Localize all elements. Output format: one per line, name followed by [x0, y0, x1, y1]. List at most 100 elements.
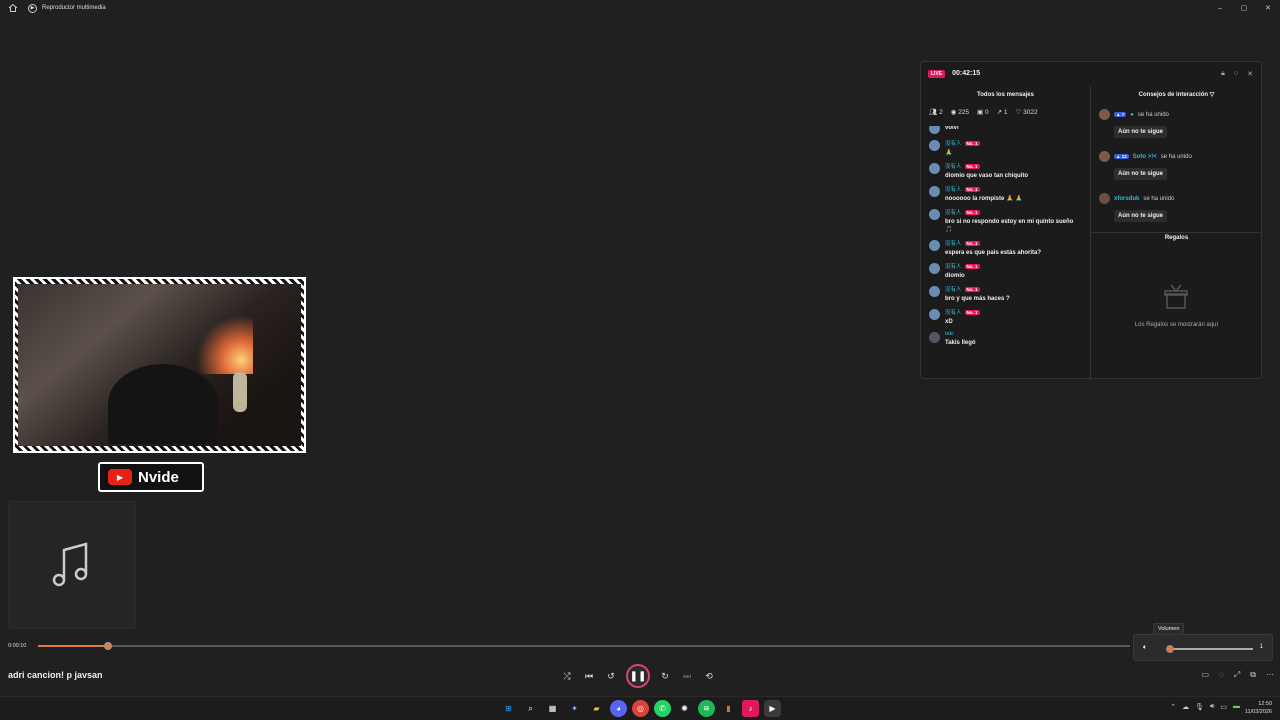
- stream-stats: 👥︎ 2 ◉ 225 ▣ 0 ↗ 1 ♡ 3022: [921, 104, 1090, 120]
- filter-icon[interactable]: ▽: [1210, 92, 1215, 98]
- avatar[interactable]: [929, 140, 940, 151]
- subtitles-icon[interactable]: ▭: [1202, 670, 1210, 680]
- avatar[interactable]: [929, 332, 940, 343]
- follow-status-button[interactable]: Aún no te sigue: [1114, 210, 1167, 222]
- message-user[interactable]: 没有人: [945, 308, 962, 316]
- stat-gifts: ▣ 0: [977, 109, 989, 116]
- close-panel-icon[interactable]: ✕: [1247, 70, 1253, 78]
- seek-handle[interactable]: [103, 642, 112, 650]
- app-icon[interactable]: ▮: [720, 700, 737, 717]
- clock[interactable]: 12:50 11/03/2026: [1245, 700, 1272, 716]
- folder-icon[interactable]: ▰: [588, 700, 605, 717]
- fullscreen-icon[interactable]: ⤢: [1234, 670, 1240, 680]
- interaction-column: Consejos de interacción ▽ ▲ 7 ● se ha un…: [1091, 86, 1262, 380]
- gift-icon: ▣: [977, 109, 984, 116]
- network-icon[interactable]: ▭: [1220, 703, 1227, 711]
- message-text: noooooo la rompiste 🙏 🙏: [945, 196, 1023, 202]
- message-user[interactable]: 没有人: [945, 208, 962, 216]
- media-player-icon[interactable]: ▶: [764, 700, 781, 717]
- tip-user[interactable]: xforsduk: [1114, 196, 1139, 202]
- tip-item: ▲ 7 ● se ha unido Aún no te sigue: [1091, 109, 1262, 138]
- message-user[interactable]: taki: [945, 331, 954, 337]
- message-user[interactable]: 没有人: [945, 162, 962, 170]
- taskbar: ⊞ ⌕ ▦ ✦ ▰ ◕ ◎ ✆ ✺ ≋ ▮ ♪ ▶ ⌃ ☁ 🎙︎ 🔊︎ ▭ ▬ …: [0, 696, 1280, 720]
- avatar[interactable]: [929, 209, 940, 220]
- forward-icon[interactable]: ↻: [658, 666, 672, 686]
- playback-controls: ⤮ ⏮ ↺ ❚❚ ↻ ⏭ ⟲: [560, 664, 716, 688]
- message-user[interactable]: 没有人: [945, 185, 962, 193]
- close-button[interactable]: ✕: [1256, 0, 1280, 16]
- settings-icon[interactable]: ○: [1234, 70, 1238, 78]
- gift-box-icon: [1164, 284, 1188, 309]
- share-icon: ↗: [996, 109, 1003, 116]
- discord-icon[interactable]: ◕: [610, 700, 627, 717]
- message-user[interactable]: 没有人: [945, 139, 962, 147]
- follow-status-button[interactable]: Aún no te sigue: [1114, 126, 1167, 138]
- live-panel: LIVE 00:42:15 🔒︎ ○ ✕ Todos los mensajes …: [920, 61, 1262, 380]
- message-user[interactable]: 没有人: [945, 239, 962, 247]
- avatar[interactable]: [929, 263, 940, 274]
- playback-position: 0:00:10: [8, 643, 27, 649]
- maximize-button[interactable]: ▢: [1232, 0, 1256, 16]
- avatar[interactable]: [929, 286, 940, 297]
- whatsapp-icon[interactable]: ✆: [654, 700, 671, 717]
- shuffle-icon[interactable]: ⤮: [560, 666, 574, 686]
- stat-views: ◉ 225: [950, 109, 970, 116]
- cast-icon[interactable]: ◌: [1219, 670, 1224, 680]
- tips-title[interactable]: Consejos de interacción ▽: [1091, 86, 1262, 104]
- chrome-icon[interactable]: ◎: [632, 700, 649, 717]
- search-icon[interactable]: ⌕: [522, 700, 539, 717]
- tip-user[interactable]: Soto >!<: [1133, 154, 1157, 160]
- repeat-off-icon[interactable]: ⟲: [702, 666, 716, 686]
- avatar[interactable]: [929, 163, 940, 174]
- calendar-icon[interactable]: ▦: [544, 700, 561, 717]
- copilot-icon[interactable]: ✦: [566, 700, 583, 717]
- avatar[interactable]: [929, 309, 940, 320]
- tiktok-icon[interactable]: ♪: [742, 700, 759, 717]
- miniplayer-icon[interactable]: ⧉: [1250, 670, 1256, 680]
- message-user[interactable]: 没有人: [945, 285, 962, 293]
- avatar[interactable]: [1099, 193, 1110, 204]
- channel-tag: ▶ Nvide: [98, 462, 204, 492]
- lock-icon[interactable]: 🔒︎: [1221, 70, 1225, 78]
- messages-title[interactable]: Todos los mensajes: [921, 86, 1090, 104]
- pause-button[interactable]: ❚❚: [626, 664, 650, 688]
- avatar[interactable]: [929, 186, 940, 197]
- next-icon[interactable]: ⏭: [680, 666, 694, 686]
- more-icon[interactable]: ⋯: [1266, 670, 1274, 680]
- minimize-button[interactable]: –: [1208, 0, 1232, 16]
- home-icon[interactable]: [8, 3, 18, 13]
- speaker-icon[interactable]: 🔈︎: [1143, 644, 1147, 652]
- start-icon[interactable]: ⊞: [500, 700, 517, 717]
- volume-slider[interactable]: [1165, 645, 1253, 653]
- volume-handle[interactable]: [1165, 645, 1174, 653]
- eye-icon: ◉: [950, 109, 957, 116]
- video-frame: [13, 277, 306, 453]
- spotify-icon[interactable]: ≋: [698, 700, 715, 717]
- live-elapsed-time: 00:42:15: [952, 70, 981, 77]
- volume-icon[interactable]: 🔊︎: [1210, 703, 1214, 711]
- follow-status-button[interactable]: Aún no te sigue: [1114, 168, 1167, 180]
- message-list[interactable]: volvi 没有人 No. 1 🙏 没有人 No. 1 diomio que vas…: [921, 126, 1091, 378]
- message-text: espera es que pais estás ahorita?: [945, 250, 1042, 256]
- window-controls: – ▢ ✕: [1208, 0, 1280, 16]
- users-icon: 👥︎: [929, 109, 938, 116]
- avatar: [929, 126, 940, 134]
- seek-bar[interactable]: [38, 642, 1130, 650]
- mic-icon[interactable]: 🎙︎: [1195, 703, 1204, 711]
- previous-icon[interactable]: ⏮: [582, 666, 596, 686]
- message-user[interactable]: 没有人: [945, 262, 962, 270]
- rewind-icon[interactable]: ↺: [604, 666, 618, 686]
- level-badge: ▲ 12: [1114, 154, 1129, 159]
- rank-badge: No. 1: [964, 309, 980, 315]
- title-bar: ▶ Reproductor multimedia – ▢ ✕: [0, 0, 1280, 16]
- battery-icon[interactable]: ▬: [1233, 703, 1240, 711]
- avatar[interactable]: [929, 240, 940, 251]
- avatar[interactable]: [1099, 151, 1110, 162]
- chevron-up-icon[interactable]: ⌃: [1170, 703, 1176, 711]
- chatgpt-icon[interactable]: ✺: [676, 700, 693, 717]
- seek-progress: [38, 645, 108, 647]
- app-icon: ▶: [28, 3, 37, 13]
- onedrive-icon[interactable]: ☁: [1182, 703, 1189, 711]
- avatar[interactable]: [1099, 109, 1110, 120]
